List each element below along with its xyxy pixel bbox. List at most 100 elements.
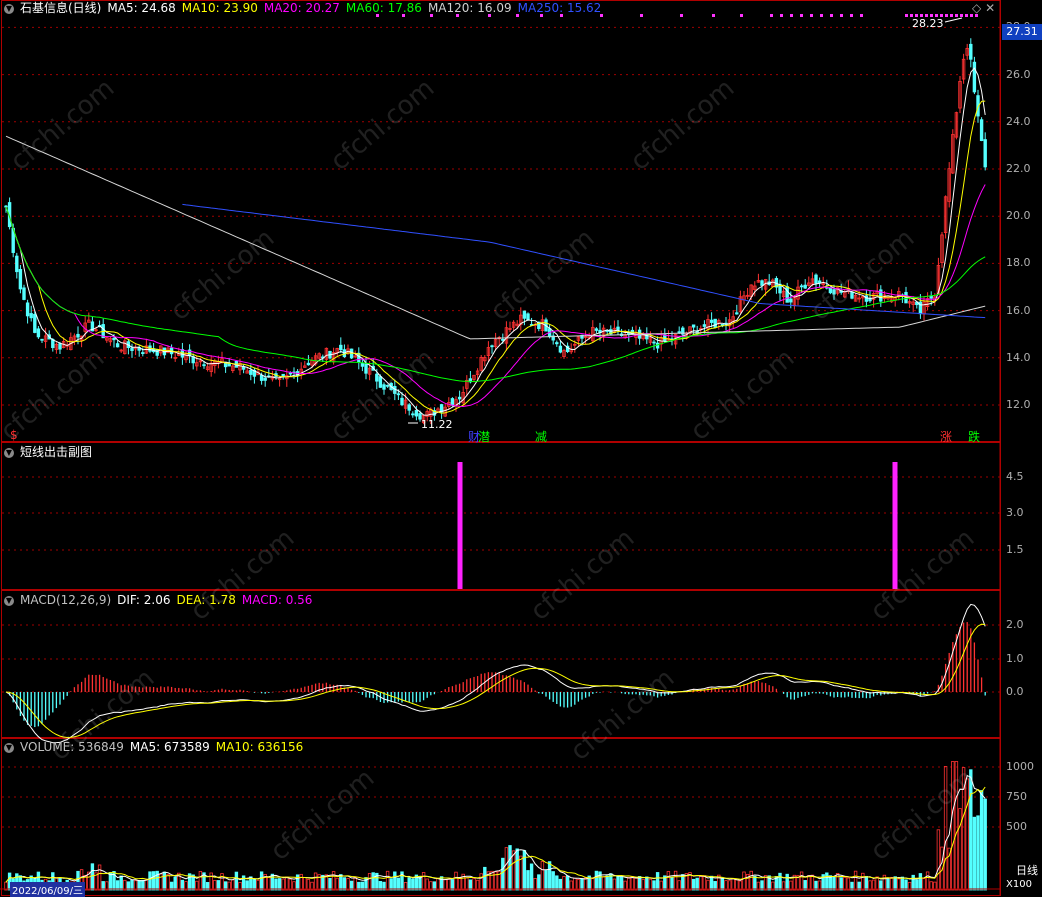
volume-bar [162, 871, 167, 891]
volume-bar [252, 878, 257, 891]
price-tick: 18.0 [1006, 256, 1031, 270]
signal-dot [680, 14, 683, 17]
candle-body [789, 298, 793, 303]
candle-body [259, 374, 264, 381]
volume-bar [97, 864, 102, 891]
volume-bar [411, 878, 415, 891]
ma5-line [5, 67, 986, 416]
signal-dot [905, 14, 908, 17]
volume-bar [371, 872, 375, 891]
volume-bar [90, 863, 95, 891]
panel-menu-icon[interactable]: ▼ [4, 595, 14, 606]
candle-body [22, 287, 26, 300]
volume-bar [306, 879, 311, 891]
candle-body [864, 295, 869, 302]
period-label: 日线 [1016, 864, 1038, 877]
candle-body [40, 338, 44, 341]
volume-bar [454, 871, 458, 891]
sub1-header: ▼ 短线出击副图 [4, 444, 98, 460]
candle-body [785, 286, 789, 303]
signal-bar [457, 462, 463, 589]
volume-bar [472, 878, 476, 891]
volume-bar [501, 857, 505, 891]
candle-body [450, 398, 455, 406]
volume-bar [389, 878, 393, 891]
volume-bar [335, 877, 339, 891]
macd-tick: 2.0 [1006, 618, 1024, 631]
vol-ma10-line [5, 786, 986, 883]
volume-bar [645, 876, 649, 891]
volume-unit: X100 [1006, 879, 1032, 890]
candle-body [972, 61, 977, 93]
candle-body [364, 363, 368, 374]
volume-bar [447, 878, 451, 891]
volume-bar [861, 872, 865, 891]
candle-body [979, 119, 984, 141]
candle-body [709, 319, 714, 323]
volume-bar [353, 877, 357, 891]
main-title: 石基信息(日线) [20, 1, 102, 15]
volume-label-1: MA5: 673589 [129, 740, 210, 754]
volume-bar [911, 874, 915, 891]
volume-header: ▼ VOLUME: 536849 MA5: 673589 MA10: 636156 [4, 739, 315, 755]
volume-bar [267, 876, 271, 891]
volume-bar [619, 876, 624, 891]
panel-menu-icon[interactable]: ▼ [4, 3, 14, 14]
volume-bar [465, 877, 469, 891]
signal-dot [790, 14, 793, 17]
volume-bar [825, 872, 829, 891]
signal-dot [770, 14, 773, 17]
sub1-tick: 4.5 [1006, 470, 1024, 483]
volume-bar [385, 870, 390, 891]
volume-bar [519, 855, 523, 891]
window-controls[interactable]: ◇ ✕ [972, 1, 995, 15]
volume-bar [648, 878, 653, 891]
volume-bar [209, 872, 213, 891]
volume-bar [965, 778, 969, 891]
volume-bar [281, 878, 285, 891]
candle-body [832, 289, 836, 295]
signal-dot [712, 14, 715, 17]
volume-bar [918, 873, 923, 891]
volume-bar [490, 870, 494, 891]
stock-chart-window[interactable]: ▼ 石基信息(日线) MA5: 24.68 MA10: 23.90 MA20: 20.2… [0, 0, 1042, 897]
signal-marker: 涨 [940, 430, 953, 444]
volume-bar [367, 873, 372, 891]
candle-body [400, 397, 404, 406]
volume-bar [346, 878, 350, 891]
candle-body [799, 285, 804, 288]
price-tick: 24.0 [1006, 114, 1031, 128]
diamond-icon[interactable]: ◇ [972, 1, 981, 15]
candle-body [760, 280, 764, 286]
close-icon[interactable]: ✕ [985, 1, 995, 15]
panel-menu-icon[interactable]: ▼ [4, 447, 14, 458]
volume-bar [547, 861, 552, 891]
candle-body [141, 352, 145, 354]
candle-body [36, 328, 41, 338]
volume-bar [299, 873, 303, 891]
volume-bar [457, 877, 462, 891]
volume-bar [695, 877, 699, 891]
price-tick: 26.0 [1006, 67, 1031, 81]
price-tick: 14.0 [1006, 350, 1031, 364]
volume-bar [753, 875, 757, 891]
candle-body [249, 369, 253, 375]
high-pointer [944, 17, 963, 23]
candle-body [306, 362, 311, 366]
volume-bar [468, 879, 473, 891]
price-tick: 22.0 [1006, 162, 1031, 175]
volume-bar [832, 876, 836, 891]
volume-bar [843, 876, 847, 891]
candle-body [396, 393, 401, 396]
volume-bar [328, 877, 332, 891]
volume-bar [634, 877, 638, 891]
ma-label-0: MA5: 24.68 [107, 1, 176, 15]
volume-bar [673, 870, 678, 891]
chart-canvas[interactable] [0, 0, 1042, 896]
volume-bar [144, 878, 149, 891]
volume-bar [555, 875, 559, 891]
panel-border [1, 590, 1001, 738]
panel-menu-icon[interactable]: ▼ [4, 742, 14, 753]
volume-bar [893, 876, 897, 891]
signal-dot [960, 14, 963, 17]
